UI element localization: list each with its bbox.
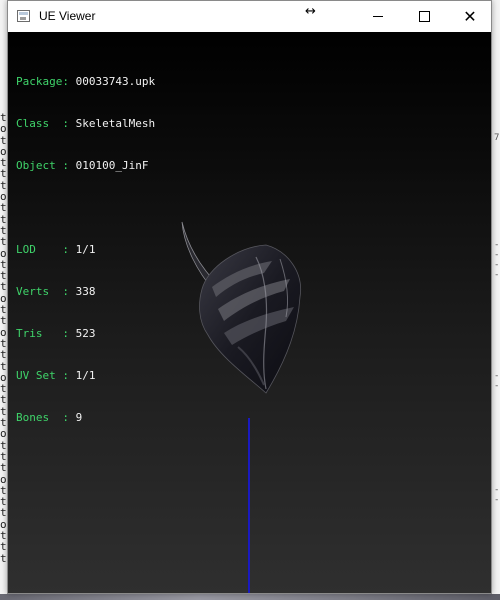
info-label: Tris : xyxy=(16,327,76,340)
resize-horizontal-icon: ↔ xyxy=(305,4,316,19)
background-tick: -- xyxy=(494,260,500,280)
info-object: Object : 010100_JinF xyxy=(16,159,155,173)
info-package: Package: 00033743.upk xyxy=(16,75,155,89)
minimize-icon xyxy=(373,16,383,17)
blue-axis-line xyxy=(248,418,250,593)
info-label: LOD : xyxy=(16,243,76,256)
console-char: t xyxy=(0,235,7,249)
info-label: Verts : xyxy=(16,285,76,298)
info-value: 1/1 xyxy=(75,369,96,382)
info-value: 010100_JinF xyxy=(75,159,149,172)
info-bones: Bones : 9 xyxy=(16,411,155,425)
console-char: t xyxy=(0,506,7,520)
info-value: 1/1 xyxy=(75,243,96,256)
background-console-text: tototttottttotttottotttottttotttotttottt xyxy=(0,112,7,564)
3d-viewport[interactable]: Package: 00033743.upk Class : SkeletalMe… xyxy=(8,32,491,593)
console-char: t xyxy=(0,461,7,475)
console-char: o xyxy=(0,427,7,441)
skeletal-mesh-model[interactable] xyxy=(168,217,308,397)
background-tick: -- xyxy=(494,371,500,391)
background-tick: -- xyxy=(494,240,500,260)
info-value: SkeletalMesh xyxy=(75,117,156,130)
info-uvset: UV Set : 1/1 xyxy=(16,369,155,383)
info-label: Class : xyxy=(16,117,76,130)
info-class: Class : SkeletalMesh xyxy=(16,117,155,131)
taskbar-strip xyxy=(0,594,500,600)
minimize-button[interactable] xyxy=(355,1,401,32)
info-value: 523 xyxy=(75,327,96,340)
info-label: Bones : xyxy=(16,411,76,424)
background-tick: -- xyxy=(494,485,500,505)
close-icon: ✕ xyxy=(463,6,477,26)
background-tick: 7 xyxy=(494,133,500,143)
console-char: t xyxy=(0,314,7,328)
mesh-info-overlay: Package: 00033743.upk Class : SkeletalMe… xyxy=(16,47,155,453)
info-lod: LOD : 1/1 xyxy=(16,243,155,257)
info-value: 9 xyxy=(75,411,83,424)
console-char: t xyxy=(0,540,7,554)
ue-viewer-window: UE Viewer ↔ ✕ Package: 00033743.upk Clas… xyxy=(7,0,492,594)
close-button[interactable]: ✕ xyxy=(447,1,493,32)
maximize-icon xyxy=(418,11,430,22)
info-label: Object : xyxy=(16,159,76,172)
app-window-icon xyxy=(17,10,30,22)
window-title: UE Viewer xyxy=(39,9,96,23)
info-label: Package: xyxy=(16,75,76,88)
info-value: 00033743.upk xyxy=(75,75,156,88)
title-bar[interactable]: UE Viewer ↔ ✕ xyxy=(8,1,491,32)
info-verts: Verts : 338 xyxy=(16,285,155,299)
info-value: 338 xyxy=(75,285,96,298)
console-char: t xyxy=(0,551,7,565)
console-char: t xyxy=(0,348,7,362)
console-char: o xyxy=(0,122,7,136)
info-label: UV Set : xyxy=(16,369,76,382)
console-char: t xyxy=(0,201,7,215)
maximize-button[interactable] xyxy=(401,1,447,32)
info-tris: Tris : 523 xyxy=(16,327,155,341)
